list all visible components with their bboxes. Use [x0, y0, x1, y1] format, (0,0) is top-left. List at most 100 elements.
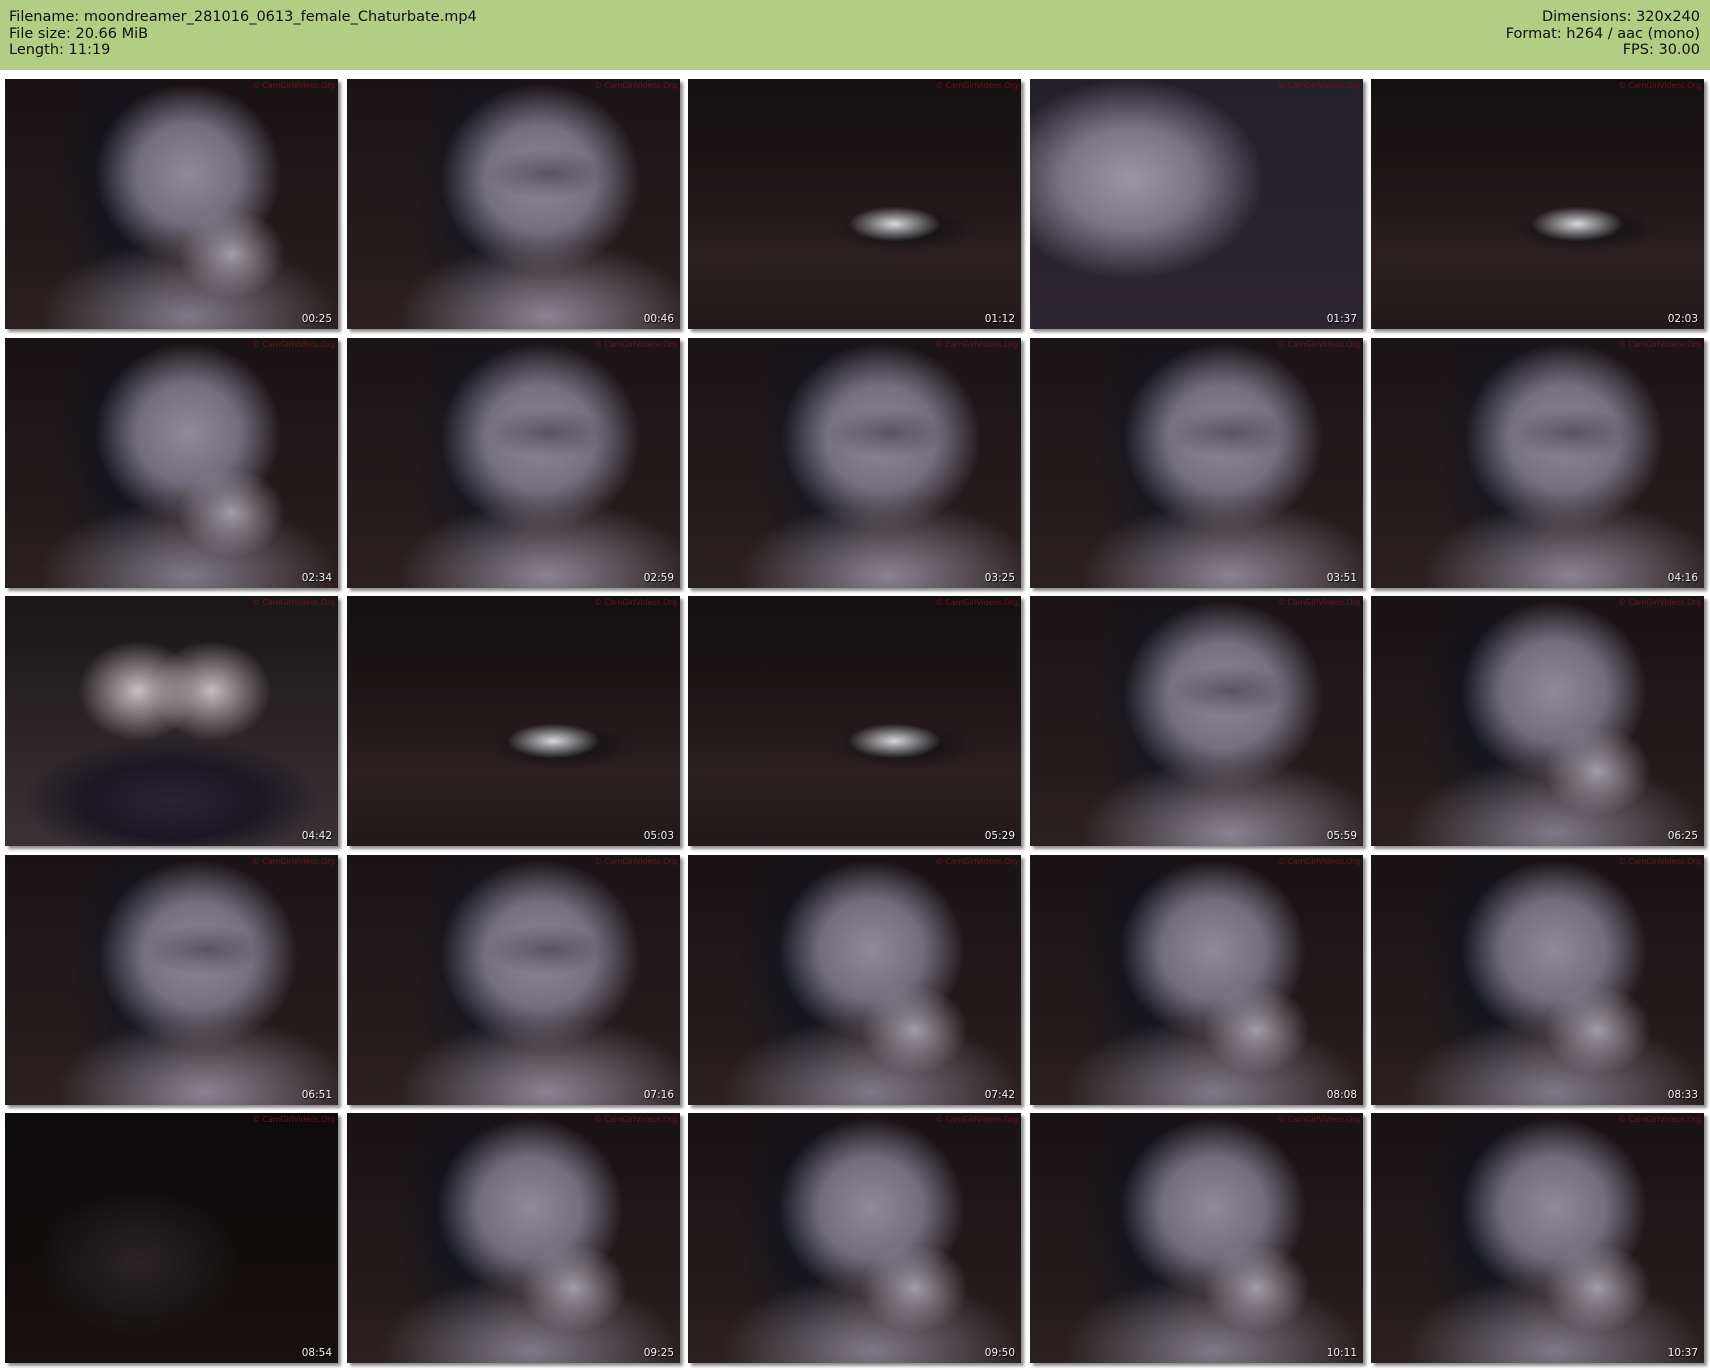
watermark: © CamGirlVideos.Org [1618, 857, 1701, 866]
thumbnail-image [1371, 1113, 1704, 1363]
thumbnail: © CamGirlVideos.Org 07:42 [688, 855, 1021, 1105]
timestamp: 03:51 [1326, 572, 1357, 584]
timestamp: 05:59 [1326, 830, 1357, 842]
watermark: © CamGirlVideos.Org [1618, 598, 1701, 607]
timestamp: 10:37 [1667, 1347, 1698, 1359]
thumbnail-image [688, 1113, 1021, 1363]
thumbnail-image [347, 79, 680, 329]
thumbnail: © CamGirlVideos.Org 03:51 [1030, 338, 1363, 588]
watermark: © CamGirlVideos.Org [252, 1115, 335, 1124]
thumbnail-image [1030, 79, 1363, 329]
timestamp: 03:25 [984, 572, 1015, 584]
thumbnail-image [1030, 338, 1363, 588]
thumbnail: © CamGirlVideos.Org 03:25 [688, 338, 1021, 588]
timestamp: 06:25 [1667, 830, 1698, 842]
thumbnail: © CamGirlVideos.Org 06:25 [1371, 596, 1704, 846]
thumbnail: © CamGirlVideos.Org 07:16 [347, 855, 680, 1105]
thumbnail: © CamGirlVideos.Org 05:59 [1030, 596, 1363, 846]
watermark: © CamGirlVideos.Org [935, 340, 1018, 349]
filesize-row: File size: 20.66 MiB [9, 26, 477, 43]
watermark: © CamGirlVideos.Org [1277, 81, 1360, 90]
timestamp: 07:42 [984, 1089, 1015, 1101]
watermark: © CamGirlVideos.Org [252, 598, 335, 607]
watermark: © CamGirlVideos.Org [935, 81, 1018, 90]
dimensions-label: Dimensions: [1541, 9, 1632, 25]
timestamp: 04:16 [1667, 572, 1698, 584]
watermark: © CamGirlVideos.Org [935, 598, 1018, 607]
file-info: Filename: moondreamer_281016_0613_female… [9, 9, 477, 59]
watermark: © CamGirlVideos.Org [252, 857, 335, 866]
timestamp: 09:25 [643, 1347, 674, 1359]
thumbnail-image [1030, 596, 1363, 846]
thumbnail-image [5, 79, 338, 329]
timestamp: 08:54 [301, 1347, 332, 1359]
watermark: © CamGirlVideos.Org [1618, 81, 1701, 90]
filesize-value: 20.66 MiB [75, 25, 149, 42]
thumbnail-image [347, 596, 680, 846]
fps-value: 30.00 [1658, 42, 1700, 58]
thumbnail-image [347, 1113, 680, 1363]
timestamp: 07:16 [643, 1089, 674, 1101]
thumbnail: © CamGirlVideos.Org 02:03 [1371, 79, 1704, 329]
filename-value: moondreamer_281016_0613_female_Chaturbat… [83, 9, 477, 25]
watermark: © CamGirlVideos.Org [1277, 340, 1360, 349]
stream-info: Dimensions: 320x240 Format: h264 / aac (… [1506, 9, 1700, 59]
thumbnail: © CamGirlVideos.Org 00:25 [5, 79, 338, 329]
format-value: h264 / aac (mono) [1566, 25, 1700, 42]
filename-row: Filename: moondreamer_281016_0613_female… [9, 9, 477, 26]
thumbnail-image [688, 338, 1021, 588]
thumbnail: © CamGirlVideos.Org 04:42 [5, 596, 338, 846]
dimensions-row: Dimensions: 320x240 [1506, 9, 1700, 26]
thumbnail-image [1030, 1113, 1363, 1363]
timestamp: 02:59 [643, 572, 674, 584]
timestamp: 05:29 [984, 830, 1015, 842]
thumbnail: © CamGirlVideos.Org 05:29 [688, 596, 1021, 846]
watermark: © CamGirlVideos.Org [935, 1115, 1018, 1124]
thumbnail-image [688, 596, 1021, 846]
thumbnail-image [347, 855, 680, 1105]
thumbnail: © CamGirlVideos.Org 09:50 [688, 1113, 1021, 1363]
watermark: © CamGirlVideos.Org [594, 1115, 677, 1124]
thumbnail: © CamGirlVideos.Org 01:12 [688, 79, 1021, 329]
thumbnail: © CamGirlVideos.Org 08:08 [1030, 855, 1363, 1105]
thumbnail: © CamGirlVideos.Org 09:25 [347, 1113, 680, 1363]
thumbnail: © CamGirlVideos.Org 08:33 [1371, 855, 1704, 1105]
watermark: © CamGirlVideos.Org [1618, 340, 1701, 349]
watermark: © CamGirlVideos.Org [252, 340, 335, 349]
thumbnail-image [5, 596, 338, 846]
info-header: Filename: moondreamer_281016_0613_female… [0, 0, 1710, 70]
filename-label: Filename: [9, 9, 80, 25]
timestamp: 01:12 [984, 313, 1015, 325]
thumbnail: © CamGirlVideos.Org 10:11 [1030, 1113, 1363, 1363]
format-row: Format: h264 / aac (mono) [1506, 26, 1700, 43]
timestamp: 02:03 [1667, 313, 1698, 325]
thumbnail-image [688, 855, 1021, 1105]
timestamp: 04:42 [301, 830, 332, 842]
length-label: Length: [9, 42, 64, 58]
watermark: © CamGirlVideos.Org [252, 81, 335, 90]
timestamp: 01:37 [1326, 313, 1357, 325]
thumbnail: © CamGirlVideos.Org 02:34 [5, 338, 338, 588]
length-row: Length: 11:19 [9, 42, 477, 59]
timestamp: 00:25 [301, 313, 332, 325]
format-label: Format: [1505, 25, 1562, 42]
thumbnail-image [1030, 855, 1363, 1105]
thumbnail-image [1371, 596, 1704, 846]
watermark: © CamGirlVideos.Org [1277, 598, 1360, 607]
timestamp: 08:33 [1667, 1089, 1698, 1101]
thumbnail-image [1371, 855, 1704, 1105]
thumbnail: © CamGirlVideos.Org 06:51 [5, 855, 338, 1105]
thumbnail: © CamGirlVideos.Org 08:54 [5, 1113, 338, 1363]
thumbnail-image [688, 79, 1021, 329]
timestamp: 06:51 [301, 1089, 332, 1101]
fps-row: FPS: 30.00 [1506, 42, 1700, 59]
thumbnail: © CamGirlVideos.Org 04:16 [1371, 338, 1704, 588]
thumbnail-image [347, 338, 680, 588]
thumbnail: © CamGirlVideos.Org 05:03 [347, 596, 680, 846]
thumbnail-image [1371, 338, 1704, 588]
timestamp: 05:03 [643, 830, 674, 842]
watermark: © CamGirlVideos.Org [1618, 1115, 1701, 1124]
dimensions-value: 320x240 [1636, 9, 1700, 25]
length-value: 11:19 [68, 42, 111, 58]
timestamp: 08:08 [1326, 1089, 1357, 1101]
